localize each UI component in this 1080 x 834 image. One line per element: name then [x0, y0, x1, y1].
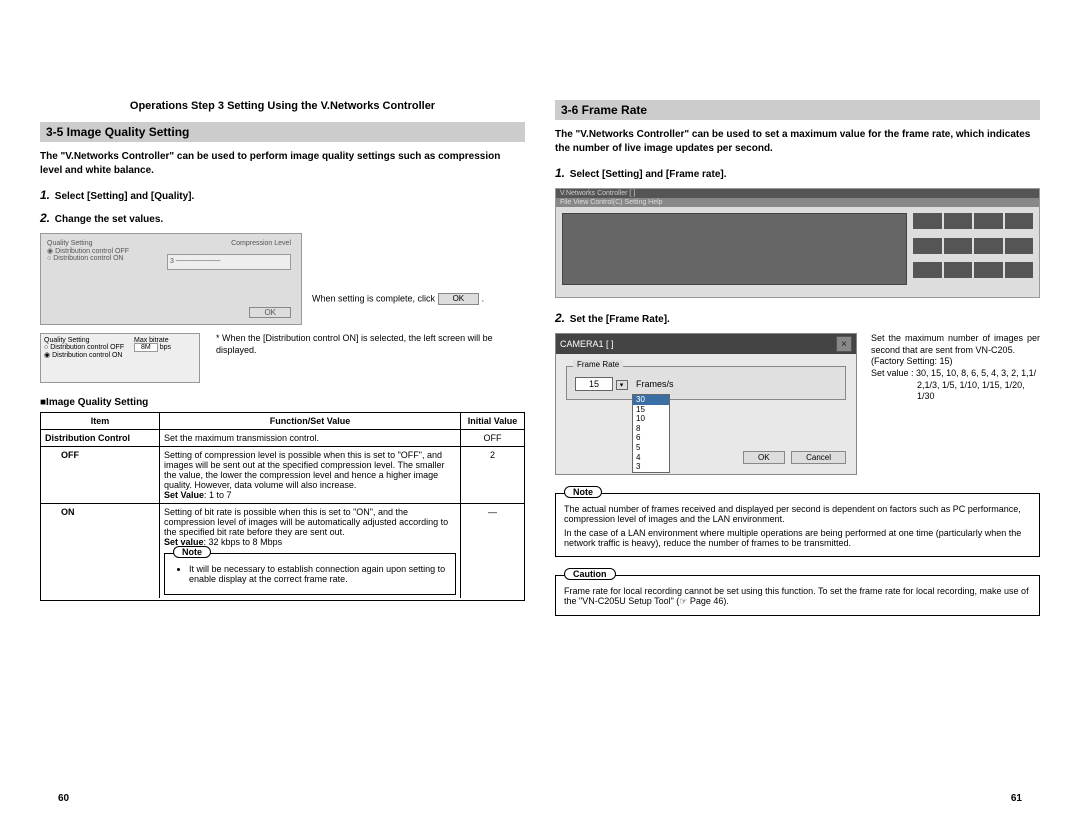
ok-button-inline: OK — [438, 293, 480, 305]
chevron-down-icon[interactable]: ▾ — [616, 380, 628, 390]
table-row: OFF Setting of compression level is poss… — [41, 447, 525, 504]
step1-text: Select [Setting] and [Quality]. — [55, 191, 194, 202]
left-page: Operations Step 3 Setting Using the V.Ne… — [40, 100, 525, 616]
section-title-right: 3-6 Frame Rate — [555, 100, 1040, 120]
frame-rate-annotation: Set the maximum number of images per sec… — [871, 333, 1040, 403]
dialog-title: CAMERA1 [ ] — [560, 339, 614, 349]
step1-right: 1. Select [Setting] and [Frame rate]. — [555, 165, 1040, 182]
controller-figure: V.Networks Controller [ ] File View Cont… — [555, 188, 1040, 298]
intro-left: The "V.Networks Controller" can be used … — [40, 150, 525, 177]
page-number-left: 60 — [58, 793, 69, 804]
step2-right: 2. Set the [Frame Rate]. — [555, 310, 1040, 327]
frame-rate-dialog: CAMERA1 [ ] × Frame Rate 15 ▾ Frames/s O… — [555, 333, 857, 475]
caution-box: Caution Frame rate for local recording c… — [555, 575, 1040, 616]
note-label: Note — [173, 546, 211, 558]
frame-rate-field[interactable]: 15 — [575, 377, 613, 391]
th-init: Initial Value — [461, 413, 525, 430]
table-row: ON Setting of bit rate is possible when … — [41, 504, 525, 599]
section-title-left: 3-5 Image Quality Setting — [40, 122, 525, 142]
quality-dialog-figure: Quality Setting ◉ Distribution control O… — [40, 233, 302, 325]
distribution-on-subfigure: Quality Setting ○ Distribution control O… — [40, 333, 200, 383]
cancel-button[interactable]: Cancel — [791, 451, 846, 464]
note-box-left: Note It will be necessary to establish c… — [164, 553, 456, 595]
intro-right: The "V.Networks Controller" can be used … — [555, 128, 1040, 155]
chapter-header: Operations Step 3 Setting Using the V.Ne… — [40, 100, 525, 112]
step1-left: 1. Select [Setting] and [Quality]. — [40, 187, 525, 204]
table-heading: Image Quality Setting — [40, 397, 525, 408]
frame-rate-group-label: Frame Rate — [573, 360, 623, 369]
page-number-right: 61 — [1011, 793, 1022, 804]
th-func: Function/Set Value — [160, 413, 461, 430]
th-item: Item — [41, 413, 160, 430]
right-page: 3-6 Frame Rate The "V.Networks Controlle… — [555, 100, 1040, 616]
step2-text: Change the set values. — [55, 214, 163, 225]
ok-button[interactable]: OK — [743, 451, 785, 464]
image-quality-table: Item Function/Set Value Initial Value Di… — [40, 412, 525, 601]
ok-annotation: When setting is complete, click OK . — [312, 233, 525, 305]
close-icon[interactable]: × — [836, 336, 852, 352]
step2-num: 2. — [40, 211, 50, 225]
step2-left: 2. Change the set values. — [40, 210, 525, 227]
step1-num: 1. — [40, 188, 50, 202]
note-label: Note — [564, 486, 602, 498]
table-row: Distribution Control Set the maximum tra… — [41, 430, 525, 447]
frame-rate-dropdown[interactable]: 30 15 10 8 6 5 4 3 — [632, 394, 670, 473]
caution-label: Caution — [564, 568, 616, 580]
ok-button[interactable]: OK — [249, 307, 291, 318]
compression-level-label: Compression Level — [231, 240, 291, 247]
note-box-right: Note The actual number of frames receive… — [555, 493, 1040, 557]
frame-rate-unit: Frames/s — [636, 379, 674, 389]
distribution-note: * When the [Distribution control ON] is … — [216, 333, 525, 356]
